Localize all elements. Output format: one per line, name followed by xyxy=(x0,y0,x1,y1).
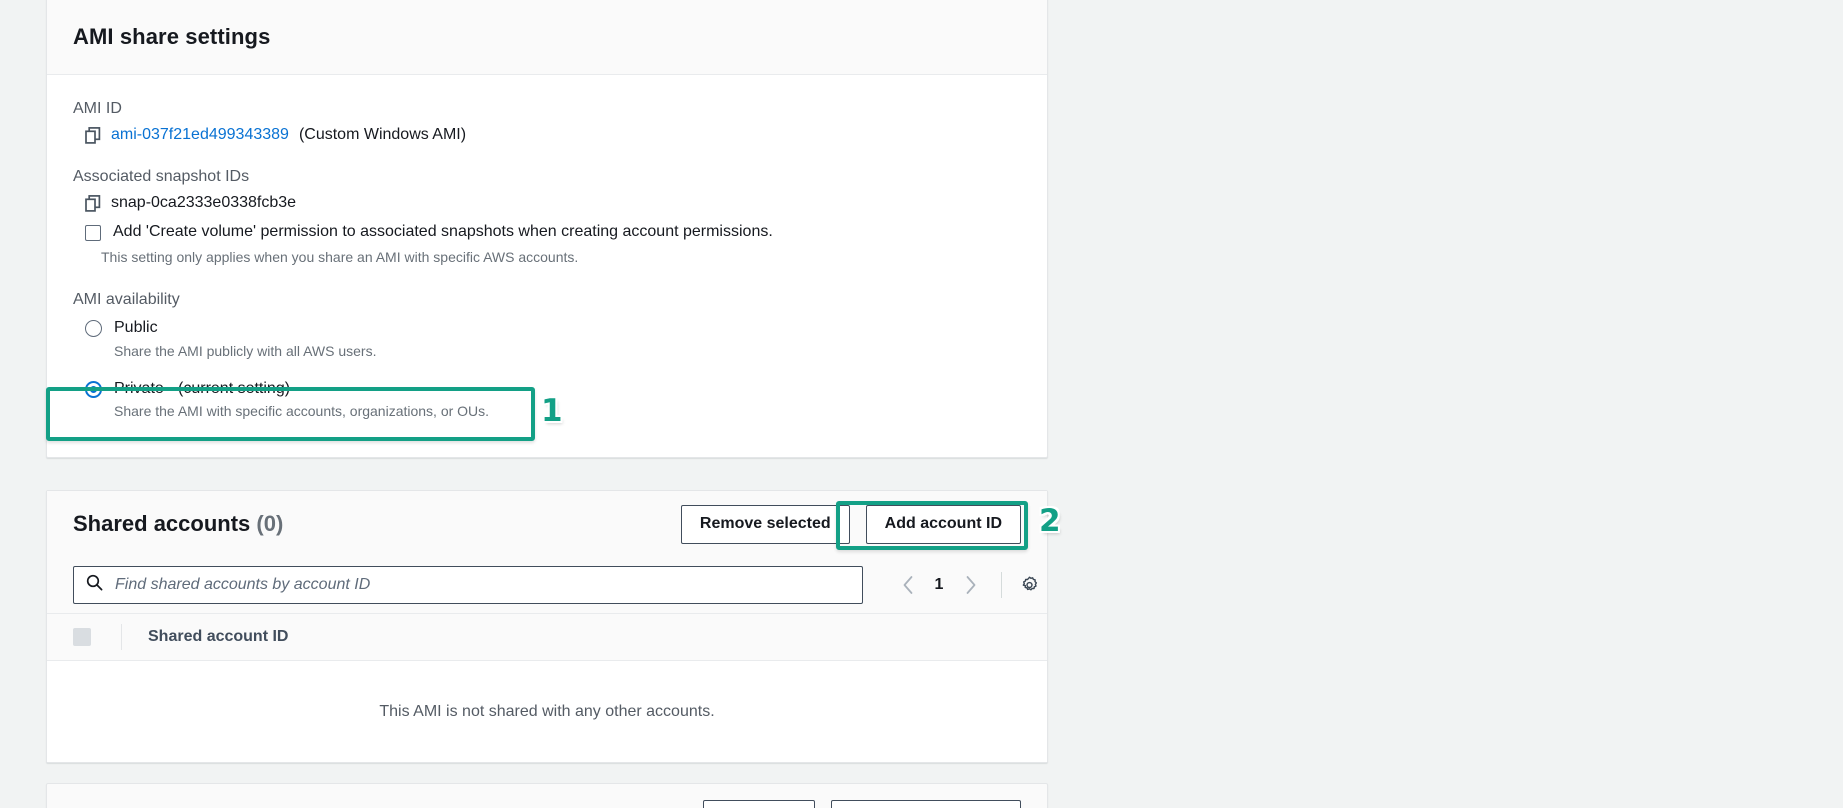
snapshot-id-row: snap-0ca2333e0338fcb3e xyxy=(73,191,1021,215)
ami-availability-label: AMI availability xyxy=(73,291,180,309)
column-divider xyxy=(121,624,122,650)
public-radio-label: Public xyxy=(114,319,158,337)
ami-share-settings-page: AMI share settings AMI ID ami-037f21ed49… xyxy=(0,0,1843,808)
ami-id-row: ami-037f21ed499343389 (Custom Windows AM… xyxy=(73,123,1021,147)
public-radio[interactable] xyxy=(85,320,102,338)
create-volume-permission-description: This setting only applies when you share… xyxy=(101,248,579,265)
remove-selected-button[interactable]: Remove selected xyxy=(680,504,850,544)
footer-panel xyxy=(46,783,1048,808)
radio-option-public[interactable]: Public Share the AMI publicly with all A… xyxy=(73,317,1021,361)
shared-accounts-count: (0) xyxy=(256,511,284,536)
public-radio-description: Share the AMI publicly with all AWS user… xyxy=(114,342,377,359)
private-radio[interactable] xyxy=(85,380,102,398)
snapshot-id-value: snap-0ca2333e0338fcb3e xyxy=(111,194,297,212)
pagination-divider xyxy=(1001,572,1002,598)
copy-icon[interactable] xyxy=(85,194,101,212)
pagination: 1 xyxy=(893,570,1044,600)
annotation-callout-2: 2 xyxy=(1039,503,1061,539)
footer-button-right[interactable] xyxy=(831,800,1021,808)
ami-share-settings-panel: AMI share settings AMI ID ami-037f21ed49… xyxy=(46,0,1048,458)
shared-accounts-title-text: Shared accounts xyxy=(73,511,251,536)
panel-header: AMI share settings xyxy=(47,0,1047,75)
ami-id-link[interactable]: ami-037f21ed499343389 xyxy=(111,123,289,147)
search-icon xyxy=(86,574,103,596)
ami-id-suffix: (Custom Windows AMI) xyxy=(298,126,467,144)
private-radio-label: Private - (current setting) xyxy=(114,379,291,397)
add-account-id-button[interactable]: Add account ID xyxy=(865,504,1021,544)
shared-accounts-header: Shared accounts (0) Remove selected Add … xyxy=(47,491,1047,557)
shared-accounts-toolbar: 1 xyxy=(47,557,1047,613)
footer-button-left[interactable] xyxy=(703,800,815,808)
copy-icon[interactable] xyxy=(85,126,101,144)
pagination-page-1[interactable]: 1 xyxy=(925,576,953,594)
search-box[interactable] xyxy=(73,566,863,604)
select-all-checkbox[interactable] xyxy=(73,628,91,646)
shared-accounts-actions: Remove selected Add account ID xyxy=(680,504,1021,544)
pagination-next-icon[interactable] xyxy=(955,570,985,600)
annotation-callout-1: 1 xyxy=(541,393,563,429)
ami-id-label: AMI ID xyxy=(73,100,122,117)
shared-accounts-table-header: Shared account ID xyxy=(47,613,1047,661)
create-volume-permission-checkbox-row[interactable]: Add 'Create volume' permission to associ… xyxy=(73,221,1021,243)
panel-body: AMI ID ami-037f21ed499343389 (Custom Win… xyxy=(47,75,1047,422)
associated-snapshot-ids-label: Associated snapshot IDs xyxy=(73,168,250,186)
search-input[interactable] xyxy=(113,575,850,595)
pagination-prev-icon[interactable] xyxy=(893,570,923,600)
page-left-gutter xyxy=(0,0,46,808)
gear-icon[interactable] xyxy=(1014,570,1044,600)
create-volume-permission-checkbox[interactable] xyxy=(85,225,101,242)
page-title: AMI share settings xyxy=(73,23,271,49)
create-volume-permission-label: Add 'Create volume' permission to associ… xyxy=(113,223,773,241)
shared-accounts-empty-state: This AMI is not shared with any other ac… xyxy=(47,661,1047,762)
shared-accounts-panel: Shared accounts (0) Remove selected Add … xyxy=(46,490,1048,763)
footer-actions xyxy=(47,784,1047,808)
shared-accounts-title: Shared accounts (0) xyxy=(73,511,283,537)
column-header-shared-account-id: Shared account ID xyxy=(148,628,289,645)
